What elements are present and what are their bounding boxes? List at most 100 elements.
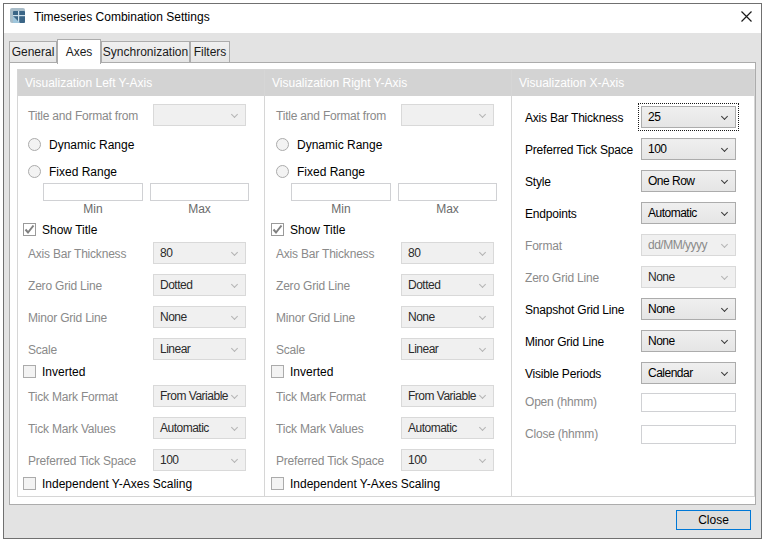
- x-style-dropdown[interactable]: One Row: [641, 170, 736, 192]
- left-axis-bar-label: Axis Bar Thickness: [28, 247, 126, 261]
- tab-synchronization[interactable]: Synchronization: [101, 41, 190, 63]
- right-tick-format-dropdown[interactable]: From Variable: [401, 385, 494, 407]
- chevron-down-icon: [479, 281, 486, 288]
- chevron-down-icon: [479, 313, 486, 320]
- right-title-format-label: Title and Format from: [276, 109, 386, 123]
- left-title-format-dropdown[interactable]: [153, 104, 246, 126]
- right-zero-grid-dropdown[interactable]: Dotted: [401, 274, 494, 296]
- left-tick-values-dropdown[interactable]: Automatic: [153, 417, 246, 439]
- right-max-input[interactable]: [398, 183, 497, 201]
- left-fixed-range-radio[interactable]: [28, 165, 41, 178]
- x-minor-grid-dropdown[interactable]: None: [641, 330, 736, 352]
- close-icon: [741, 11, 752, 22]
- x-style-label: Style: [525, 175, 551, 189]
- left-axis-bar-dropdown[interactable]: 80: [153, 242, 246, 264]
- panel-right-header: Visualization Right Y-Axis: [265, 70, 511, 96]
- tab-axes[interactable]: Axes: [57, 39, 101, 64]
- chevron-down-icon: [721, 273, 728, 280]
- window-title: Timeseries Combination Settings: [34, 10, 210, 24]
- right-minor-grid-dropdown[interactable]: None: [401, 306, 494, 328]
- right-title-format-dropdown[interactable]: [401, 104, 494, 126]
- right-scale-dropdown[interactable]: Linear: [401, 338, 494, 360]
- left-tick-format-label: Tick Mark Format: [28, 390, 118, 404]
- left-fixed-range-label: Fixed Range: [49, 165, 117, 179]
- left-max-label: Max: [150, 202, 249, 216]
- x-visible-periods-label: Visible Periods: [525, 367, 601, 381]
- chevron-down-icon: [231, 456, 238, 463]
- right-show-title-checkbox[interactable]: [271, 223, 284, 236]
- x-open-input[interactable]: [641, 393, 736, 412]
- left-dynamic-range-radio[interactable]: [28, 138, 41, 151]
- x-visible-periods-dropdown[interactable]: Calendar: [641, 362, 736, 384]
- right-dynamic-range-label: Dynamic Range: [297, 138, 382, 152]
- chevron-down-icon: [479, 111, 486, 118]
- left-max-input[interactable]: [150, 183, 249, 201]
- x-axis-bar-dropdown[interactable]: 25: [641, 106, 736, 128]
- x-close-input[interactable]: [641, 425, 736, 444]
- panel-right-y-axis: Visualization Right Y-Axis Title and For…: [265, 69, 512, 497]
- app-icon: [10, 8, 26, 24]
- left-independent-checkbox[interactable]: [23, 477, 36, 490]
- left-minor-grid-dropdown[interactable]: None: [153, 306, 246, 328]
- panel-left-header: Visualization Left Y-Axis: [18, 70, 264, 96]
- chevron-down-icon: [479, 345, 486, 352]
- tab-general[interactable]: General: [9, 41, 57, 63]
- left-scale-dropdown[interactable]: Linear: [153, 338, 246, 360]
- panel-left-y-axis: Visualization Left Y-Axis Title and Form…: [17, 69, 265, 497]
- right-inverted-checkbox[interactable]: [271, 365, 284, 378]
- close-button[interactable]: Close: [676, 510, 751, 530]
- right-dynamic-range-radio[interactable]: [276, 138, 289, 151]
- left-min-label: Min: [43, 202, 143, 216]
- right-axis-bar-dropdown[interactable]: 80: [401, 242, 494, 264]
- right-inverted-label: Inverted: [290, 365, 333, 379]
- chevron-down-icon: [721, 177, 728, 184]
- x-endpoints-dropdown[interactable]: Automatic: [641, 202, 736, 224]
- left-preferred-tick-dropdown[interactable]: 100: [153, 449, 246, 471]
- x-format-label: Format: [525, 239, 562, 253]
- x-close-label: Close (hhmm): [525, 427, 598, 441]
- tab-filters[interactable]: Filters: [190, 41, 230, 63]
- right-minor-grid-label: Minor Grid Line: [276, 311, 355, 325]
- x-snapshot-grid-label: Snapshot Grid Line: [525, 303, 624, 317]
- window-close-button[interactable]: [716, 4, 761, 33]
- right-axis-bar-label: Axis Bar Thickness: [276, 247, 374, 261]
- right-tick-values-label: Tick Mark Values: [276, 422, 364, 436]
- right-fixed-range-radio[interactable]: [276, 165, 289, 178]
- dialog-window: Timeseries Combination Settings General …: [3, 3, 762, 539]
- chevron-down-icon: [479, 456, 486, 463]
- chevron-down-icon: [721, 369, 728, 376]
- chevron-down-icon: [721, 241, 728, 248]
- left-title-format-label: Title and Format from: [28, 109, 138, 123]
- panel-x-axis: Visualization X-Axis Axis Bar Thickness …: [512, 69, 755, 497]
- chevron-down-icon: [231, 313, 238, 320]
- left-show-title-checkbox[interactable]: [23, 223, 36, 236]
- chevron-down-icon: [721, 337, 728, 344]
- x-minor-grid-label: Minor Grid Line: [525, 335, 604, 349]
- right-min-input[interactable]: [291, 183, 391, 201]
- chevron-down-icon: [479, 392, 486, 399]
- right-fixed-range-label: Fixed Range: [297, 165, 365, 179]
- right-independent-checkbox[interactable]: [271, 477, 284, 490]
- x-zero-grid-dropdown[interactable]: None: [641, 266, 736, 288]
- left-zero-grid-dropdown[interactable]: Dotted: [153, 274, 246, 296]
- left-inverted-checkbox[interactable]: [23, 365, 36, 378]
- left-minor-grid-label: Minor Grid Line: [28, 311, 107, 325]
- chevron-down-icon: [721, 209, 728, 216]
- left-inverted-label: Inverted: [42, 365, 85, 379]
- chevron-down-icon: [231, 424, 238, 431]
- x-snapshot-grid-dropdown[interactable]: None: [641, 298, 736, 320]
- left-scale-label: Scale: [28, 343, 57, 357]
- right-min-label: Min: [291, 202, 391, 216]
- x-endpoints-label: Endpoints: [525, 207, 577, 221]
- chevron-down-icon: [479, 249, 486, 256]
- chevron-down-icon: [231, 111, 238, 118]
- right-tick-values-dropdown[interactable]: Automatic: [401, 417, 494, 439]
- x-format-dropdown[interactable]: dd/MM/yyyy: [641, 234, 736, 256]
- chevron-down-icon: [231, 345, 238, 352]
- right-preferred-tick-dropdown[interactable]: 100: [401, 449, 494, 471]
- left-dynamic-range-label: Dynamic Range: [49, 138, 134, 152]
- left-tick-format-dropdown[interactable]: From Variable: [153, 385, 246, 407]
- x-preferred-tick-dropdown[interactable]: 100: [641, 138, 736, 160]
- chevron-down-icon: [231, 281, 238, 288]
- left-min-input[interactable]: [43, 183, 143, 201]
